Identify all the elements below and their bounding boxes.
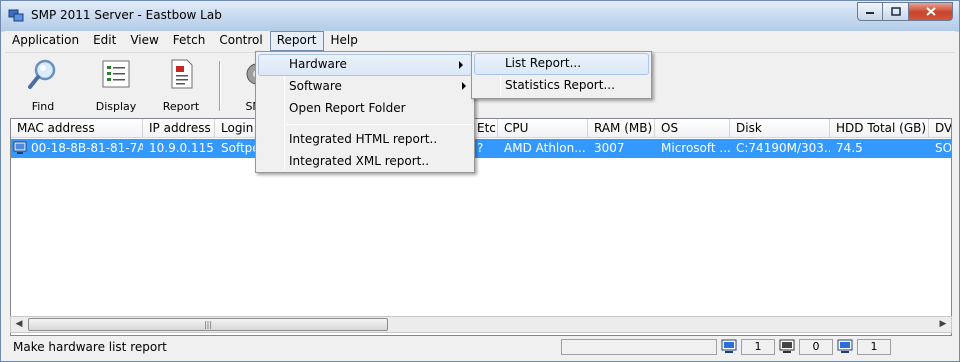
col-ram[interactable]: RAM (MB) [588,119,655,138]
status-count-online: 1 [741,339,775,355]
col-cpu[interactable]: CPU [498,119,588,138]
menu-item-xml-report[interactable]: Integrated XML report.. [256,151,474,173]
menu-control[interactable]: Control [212,31,269,51]
status-panel-blank [561,339,717,355]
scroll-left-arrow-icon[interactable]: ◀ [11,317,27,332]
cell-ram: 3007 [594,141,625,155]
col-ip-address[interactable]: IP address [143,119,215,138]
list-header: MAC address IP address Login Etc CPU RAM… [11,119,951,138]
maximize-button[interactable] [883,2,909,21]
menu-view[interactable]: View [123,31,165,51]
cell-hdd-total: 74.5 [836,141,863,155]
title-bar[interactable]: SMP 2011 Server - Eastbow Lab [1,1,959,31]
minimize-icon [866,11,874,14]
cell-etc: ? [477,141,484,155]
computer-total-icon [837,339,853,353]
cell-cpu: AMD Athlon... [504,141,586,155]
magnifier-icon [28,59,56,89]
horizontal-scrollbar[interactable]: ◀ ||| ▶ [10,316,952,333]
status-bar: Make hardware list report 1 0 1 [5,337,955,357]
maximize-icon [890,7,901,16]
app-window: SMP 2011 Server - Eastbow Lab Applicatio… [0,0,960,362]
submenu-arrow-icon [462,82,466,90]
col-dv[interactable]: DV [929,119,951,138]
display-button[interactable]: Display [86,57,146,115]
toolbar-separator [219,61,221,111]
menu-item-statistics-report[interactable]: Statistics Report... [472,75,651,97]
col-hdd-total[interactable]: HDD Total (GB) [830,119,929,138]
cell-dv: SO [935,141,952,155]
report-button[interactable]: Report [151,57,211,115]
status-text: Make hardware list report [13,340,167,354]
col-disk[interactable]: Disk [730,119,830,138]
menu-application[interactable]: Application [5,31,86,51]
menu-report[interactable]: Report [269,31,324,51]
menu-item-html-report[interactable]: Integrated HTML report.. [256,129,474,151]
menu-bar: Application Edit View Fetch Control Repo… [5,31,955,51]
menu-help[interactable]: Help [324,31,365,51]
status-count-total: 1 [857,339,891,355]
close-icon [925,7,936,16]
col-os[interactable]: OS [655,119,730,138]
cell-ip: 10.9.0.115 [149,141,214,155]
col-mac-address[interactable]: MAC address [11,119,143,138]
scrollbar-thumb[interactable]: ||| [28,318,388,331]
menu-item-hardware-label: Hardware [289,57,347,71]
cell-os: Microsoft ... [661,141,730,155]
close-button[interactable] [909,2,953,21]
cell-disk: C:74190M/303... [736,141,830,155]
menu-item-open-report-folder[interactable]: Open Report Folder [256,98,474,120]
status-count-offline: 0 [799,339,833,355]
size-grip[interactable] [895,339,951,355]
menu-item-list-report[interactable]: List Report... [474,53,649,75]
computer-offline-icon [779,339,795,353]
app-icon [8,9,24,22]
minimize-button[interactable] [857,2,883,21]
window-title: SMP 2011 Server - Eastbow Lab [31,8,222,22]
report-menu: Hardware Software Open Report Folder Int… [255,51,475,173]
table-row[interactable]: 00-18-8B-81-81-7A 10.9.0.115 Softpe ? AM… [11,139,952,158]
menu-item-software[interactable]: Software [256,76,474,98]
menu-item-hardware[interactable]: Hardware [258,54,472,76]
computer-list[interactable]: MAC address IP address Login Etc CPU RAM… [10,118,952,336]
scroll-right-arrow-icon[interactable]: ▶ [935,317,951,332]
display-label: Display [95,100,137,113]
report-label: Report [162,100,200,113]
report-document-icon [171,59,193,89]
submenu-arrow-icon [459,61,463,69]
find-button[interactable]: Find [13,57,73,115]
menu-separator [286,124,472,125]
find-label: Find [31,100,55,113]
cell-mac: 00-18-8B-81-81-7A [31,141,143,155]
col-etc[interactable]: Etc [471,119,498,138]
computer-online-icon [721,339,737,353]
menu-item-software-label: Software [289,79,342,93]
list-display-icon [102,60,130,88]
menu-edit[interactable]: Edit [86,31,123,51]
menu-fetch[interactable]: Fetch [166,31,213,51]
computer-icon [13,141,27,154]
hardware-submenu: List Report... Statistics Report... [471,51,652,99]
